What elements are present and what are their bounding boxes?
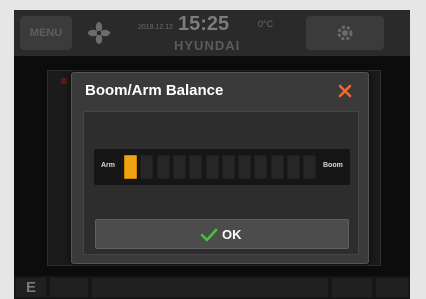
gear-icon	[337, 25, 353, 41]
mode-cell: E	[16, 278, 46, 297]
slider-segment[interactable]	[270, 155, 284, 179]
menu-button[interactable]: MENU	[20, 16, 72, 50]
bottom-status-bar: E	[14, 276, 410, 299]
mode-label: E	[26, 279, 37, 296]
slider-segment[interactable]	[303, 155, 317, 179]
settings-button[interactable]	[306, 16, 384, 50]
check-icon	[200, 228, 218, 242]
slider-left-label: Arm	[101, 162, 116, 169]
dialog-content: Arm Boom OK	[83, 111, 359, 255]
slider-segment[interactable]	[205, 155, 219, 179]
screen: MENU 2018.12.12 15:25 0°C HYUNDAI on Boo…	[14, 10, 410, 299]
slider-segment[interactable]	[156, 155, 170, 179]
ok-button[interactable]: OK	[95, 219, 349, 249]
slider-segment-active[interactable]	[124, 155, 137, 179]
boom-arm-balance-dialog: Boom/Arm Balance Arm Boom OK	[71, 72, 369, 264]
date-display: 2018.12.12	[138, 24, 174, 31]
arm-cell	[50, 278, 109, 297]
slider-segment[interactable]	[172, 155, 186, 179]
top-status-bar: MENU 2018.12.12 15:25 0°C HYUNDAI	[14, 10, 410, 56]
fan-icon	[88, 22, 110, 44]
speed-cell	[332, 278, 372, 297]
close-button[interactable]	[335, 80, 355, 102]
slider-segment[interactable]	[287, 155, 300, 179]
dialog-title: Boom/Arm Balance	[85, 82, 224, 99]
time-display: 15:25	[178, 13, 230, 35]
bottom-spacer-cell	[92, 278, 328, 297]
background-indicator	[61, 78, 67, 84]
balance-slider[interactable]: Arm Boom	[94, 149, 350, 185]
slider-segment[interactable]	[189, 155, 203, 179]
temperature-display: 0°C	[258, 19, 274, 29]
brand-logo-text: HYUNDAI	[174, 38, 241, 53]
bottom-end-cell	[376, 278, 408, 297]
close-icon	[338, 84, 352, 98]
slider-segment[interactable]	[238, 155, 252, 179]
slider-right-label: Boom	[323, 162, 343, 169]
slider-segment[interactable]	[140, 155, 154, 179]
ok-label: OK	[222, 227, 242, 242]
slider-segment[interactable]	[221, 155, 235, 179]
slider-segment[interactable]	[254, 155, 268, 179]
